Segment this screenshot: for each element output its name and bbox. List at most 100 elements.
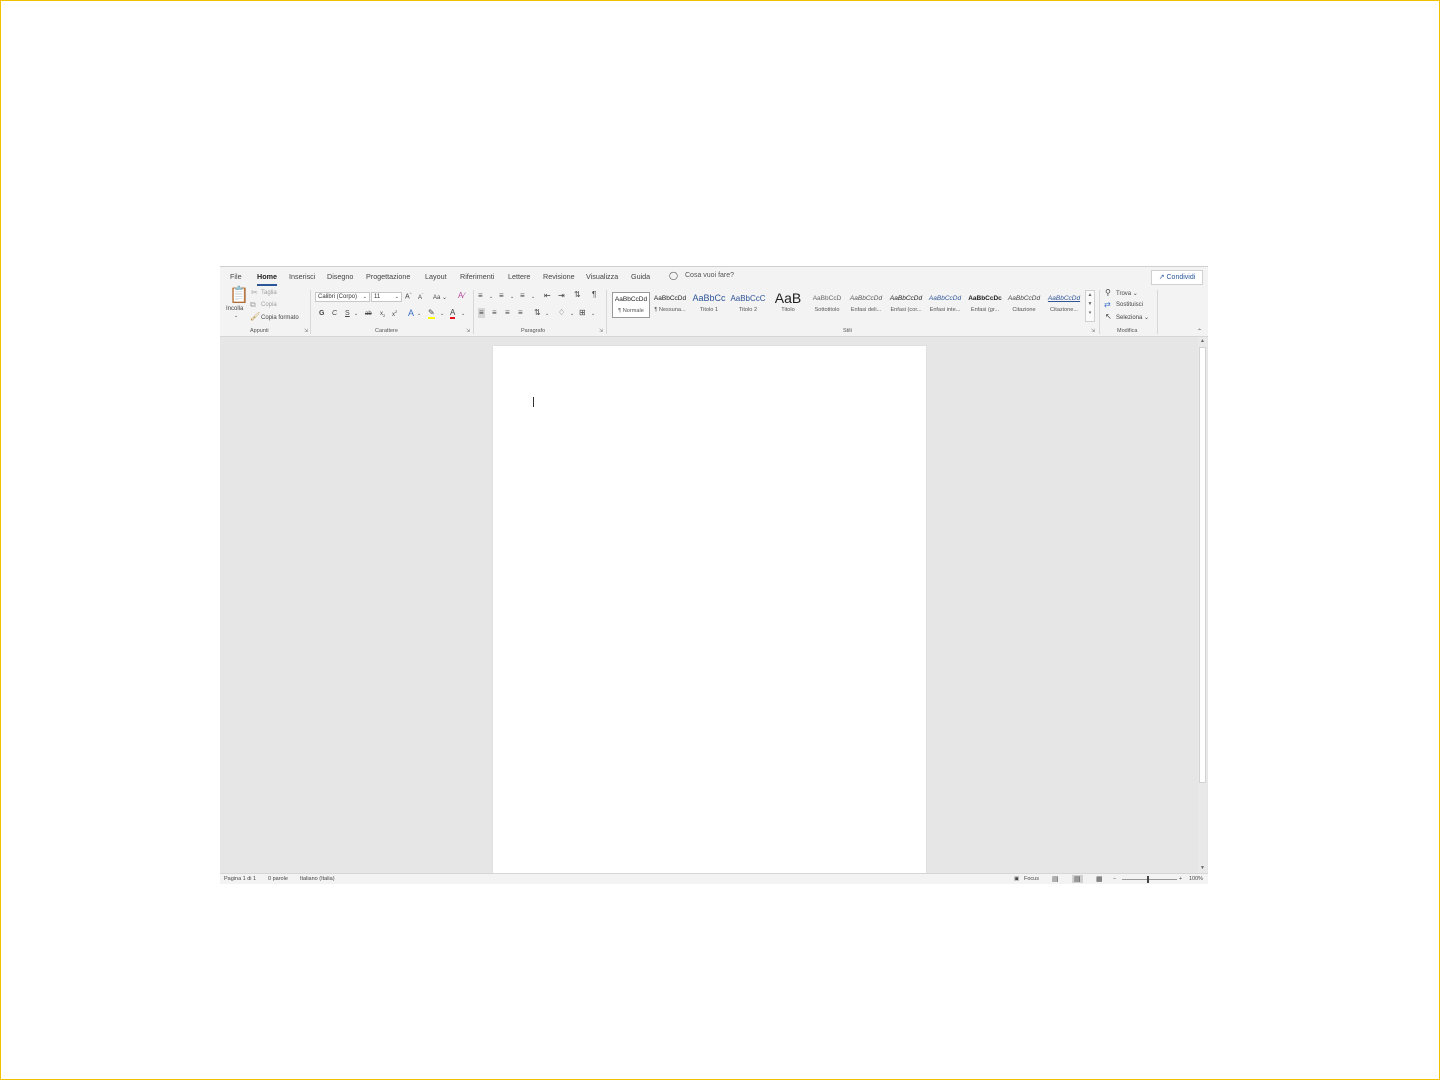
dialog-launcher-icon[interactable]: ⇲ <box>599 328 603 334</box>
tab-home[interactable]: Home <box>257 272 277 286</box>
pilcrow-icon[interactable]: ¶ <box>592 291 596 299</box>
collapse-ribbon-icon[interactable]: ⌃ <box>1197 328 1202 335</box>
align-right-icon[interactable]: ≡ <box>505 309 510 317</box>
style-enfasi-corsivo[interactable]: AaBbCcDd Enfasi (cor... <box>887 292 925 318</box>
bullets-icon[interactable]: ≡ <box>478 292 483 300</box>
tab-lettere[interactable]: Lettere <box>508 272 530 281</box>
chevron-down-icon[interactable]: ⌄ <box>591 311 595 317</box>
multilevel-list-icon[interactable]: ≡ <box>520 292 525 300</box>
zoom-slider-thumb[interactable] <box>1147 876 1149 883</box>
group-label-appunti: Appunti <box>250 328 269 334</box>
page-count[interactable]: Pagina 1 di 1 <box>224 876 256 882</box>
group-label-paragrafo: Paragrafo <box>521 328 546 334</box>
group-separator <box>606 290 607 334</box>
italic-button[interactable]: C <box>332 310 337 317</box>
tab-revisione[interactable]: Revisione <box>543 272 575 281</box>
chevron-down-icon[interactable]: ⌄ <box>510 294 514 300</box>
grow-font-icon[interactable]: A^ <box>405 292 412 301</box>
format-painter-button[interactable]: Copia formato <box>261 315 299 321</box>
clear-formatting-icon[interactable]: A∕ <box>458 292 465 300</box>
tab-inserisci[interactable]: Inserisci <box>289 272 315 281</box>
tell-me-search[interactable]: Cosa vuoi fare? <box>685 272 734 279</box>
justify-icon[interactable]: ≡ <box>518 309 523 317</box>
find-button[interactable]: Trova ⌄ <box>1116 290 1138 297</box>
font-color-icon[interactable]: A <box>450 309 456 319</box>
style-titolo[interactable]: AaB Titolo <box>769 292 807 318</box>
dialog-launcher-icon[interactable]: ⇲ <box>1091 328 1095 334</box>
tab-layout[interactable]: Layout <box>425 272 447 281</box>
zoom-out-button[interactable]: − <box>1113 876 1116 882</box>
chevron-down-icon[interactable]: ⌄ <box>531 294 535 300</box>
align-center-icon[interactable]: ≡ <box>492 309 497 317</box>
share-button[interactable]: ↗ Condividi <box>1151 270 1203 285</box>
tab-progettazione[interactable]: Progettazione <box>366 272 410 281</box>
chevron-down-icon[interactable]: ⌄ <box>461 311 465 317</box>
decrease-indent-icon[interactable]: ⇤ <box>544 292 551 300</box>
styles-gallery-scroll[interactable]: ▲ ▼ ▾ <box>1085 290 1095 322</box>
chevron-down-icon[interactable]: ⌄ <box>417 311 421 317</box>
align-left-icon[interactable]: ≡ <box>478 308 485 318</box>
tab-disegno[interactable]: Disegno <box>327 272 353 281</box>
style-nessuna-spaziatura[interactable]: AaBbCcDd ¶ Nessuna... <box>651 292 689 318</box>
chevron-down-icon[interactable]: ⌄ <box>440 311 444 317</box>
style-enfasi-intensa[interactable]: AaBbCcDd Enfasi inte... <box>926 292 964 318</box>
cut-button[interactable]: Taglia <box>261 290 277 296</box>
tab-guida[interactable]: Guida <box>631 272 650 281</box>
style-preview: AaBbCcDd <box>849 295 883 302</box>
select-button[interactable]: Seleziona ⌄ <box>1116 314 1149 321</box>
web-layout-icon[interactable]: ▦ <box>1096 875 1103 883</box>
highlight-icon[interactable]: ✎ <box>428 309 435 319</box>
underline-button[interactable]: S <box>345 310 350 317</box>
print-layout-icon[interactable]: ▤ <box>1072 875 1083 883</box>
zoom-slider[interactable] <box>1122 879 1177 880</box>
chevron-down-icon[interactable]: ⌄ <box>489 294 493 300</box>
style-titolo-2[interactable]: AaBbCcC Titolo 2 <box>729 292 767 318</box>
strikethrough-icon[interactable]: ab <box>365 311 372 317</box>
style-sottotitolo[interactable]: AaBbCcD Sottotitolo <box>808 292 846 318</box>
font-name-select[interactable]: Calibri (Corpo) ⌄ <box>315 292 370 302</box>
style-citazione-intensa[interactable]: AaBbCcDd Citazione... <box>1045 292 1083 318</box>
zoom-in-button[interactable]: + <box>1179 876 1182 882</box>
style-titolo-1[interactable]: AaBbCc Titolo 1 <box>690 292 728 318</box>
tab-riferimenti[interactable]: Riferimenti <box>460 272 494 281</box>
style-name: ¶ Nessuna... <box>654 307 686 313</box>
style-enfasi-delicata[interactable]: AaBbCcDd Enfasi deli... <box>847 292 885 318</box>
increase-indent-icon[interactable]: ⇥ <box>558 292 565 300</box>
shading-icon[interactable]: ♢ <box>558 309 565 317</box>
chevron-down-icon[interactable]: ⌄ <box>570 311 574 317</box>
zoom-level[interactable]: 100% <box>1189 876 1203 882</box>
style-citazione[interactable]: AaBbCcDd Citazione <box>1005 292 1043 318</box>
dialog-launcher-icon[interactable]: ⇲ <box>304 328 308 334</box>
tab-file[interactable]: File <box>230 272 242 281</box>
bold-button[interactable]: G <box>319 310 324 317</box>
sort-icon[interactable]: ⇅ <box>574 291 581 299</box>
scroll-down-arrow-icon[interactable]: ▼ <box>1198 865 1207 871</box>
style-preview: AaBbCcDd <box>889 295 923 302</box>
style-enfasi-grassetto[interactable]: AaBbCcDc Enfasi (gr... <box>966 292 1004 318</box>
superscript-icon[interactable]: x2 <box>392 310 397 319</box>
style-normale[interactable]: AaBbCcDd ¶ Normale <box>612 292 650 318</box>
text-effects-icon[interactable]: A <box>408 309 414 318</box>
read-mode-icon[interactable]: ▤ <box>1052 875 1059 883</box>
vertical-scrollbar[interactable]: ▲ ▼ <box>1198 337 1207 874</box>
font-size-select[interactable]: 11 ⌄ <box>371 292 402 302</box>
word-count[interactable]: 0 parole <box>268 876 288 882</box>
replace-button[interactable]: Sostituisci <box>1116 302 1143 308</box>
scrollbar-thumb[interactable] <box>1199 347 1206 783</box>
numbering-icon[interactable]: ≡ <box>499 292 504 300</box>
document-page[interactable] <box>493 346 926 874</box>
tab-visualizza[interactable]: Visualizza <box>586 272 618 281</box>
shrink-font-icon[interactable]: Aˇ <box>418 293 423 302</box>
chevron-down-icon[interactable]: ⌄ <box>545 311 549 317</box>
line-spacing-icon[interactable]: ⇅ <box>534 309 541 317</box>
ribbon-tabs: File Home Inserisci Disegno Progettazion… <box>220 266 1208 287</box>
dialog-launcher-icon[interactable]: ⇲ <box>466 328 470 334</box>
borders-icon[interactable]: ⊞ <box>579 309 586 317</box>
subscript-icon[interactable]: x2 <box>380 311 385 318</box>
copy-button[interactable]: Copia <box>261 302 277 308</box>
focus-button[interactable]: Focus <box>1024 876 1039 882</box>
scroll-up-arrow-icon[interactable]: ▲ <box>1198 338 1207 344</box>
change-case-button[interactable]: Aa ⌄ <box>433 294 447 301</box>
chevron-down-icon[interactable]: ⌄ <box>354 311 358 317</box>
language-indicator[interactable]: Italiano (Italia) <box>300 876 335 882</box>
